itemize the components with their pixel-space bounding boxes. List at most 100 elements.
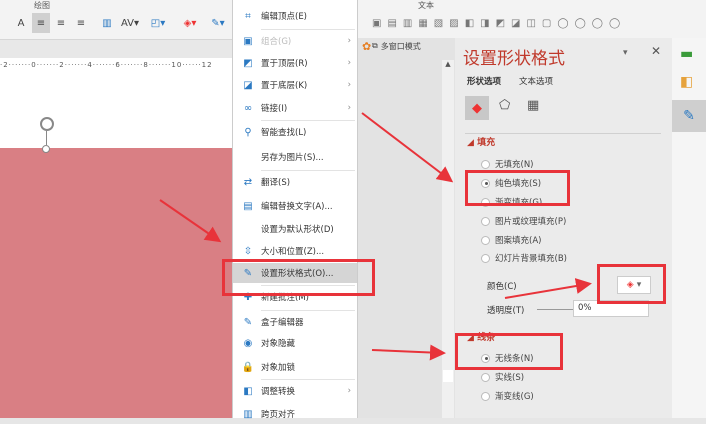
menu-item-label: 跨页对齐 [261,410,296,420]
size-properties-icon[interactable]: ▦ [527,98,539,113]
workspace-gap [358,38,455,418]
close-icon[interactable]: ✕ [651,44,661,58]
menu-separator [261,120,355,121]
menu-item-item9[interactable]: 设置为默认形状(D) [233,219,357,239]
handle-line [46,131,47,145]
transparency-slider[interactable] [537,309,577,310]
format-pane-toggle-icon[interactable]: ✎ [672,100,706,132]
fill-section-header[interactable]: ◢ 填充 [467,135,495,148]
size-position-icon: ⇳ [243,245,253,257]
menu-item-group[interactable]: ▣ 组合(G) › [233,31,357,51]
menu-item-label: 置于底层(K) [261,81,308,91]
menu-item-bring-to-front[interactable]: ◩ 置于顶层(R) › [233,53,357,73]
fill-line-icon[interactable]: ◆ [465,96,489,120]
effects-icon[interactable]: ⬠ [499,98,510,113]
fill-section-label: 填充 [477,138,496,148]
char-spacing-icon[interactable]: AV▾ [118,13,142,33]
chevron-right-icon: › [347,103,351,113]
divider [465,133,661,134]
menu-item-alt-text[interactable]: ▤ 编辑替换文字(A)... [233,196,357,216]
bring-to-front-icon: ◩ [243,57,253,69]
fill-color-icon[interactable]: ◈▾ [178,13,202,33]
menu-item-label: 盒子编辑器 [261,318,304,328]
radio-label: 图片或纹理填充(P) [495,217,567,227]
send-to-back-icon: ◪ [243,79,253,91]
menu-item-translate[interactable]: ⇄ 翻译(S) [233,172,357,192]
resize-handle[interactable] [42,145,50,153]
menu-item-label: 置于顶层(R) [261,59,308,69]
tab-shape-options[interactable]: 形状选项 [467,75,501,87]
menu-item-label: 对象加锁 [261,363,296,373]
menu-item-align[interactable]: ▥ 跨页对齐 [233,404,357,424]
convert-icon: ◧ [243,385,253,397]
annotation-box-no-line [455,333,563,370]
font-size-icon[interactable]: A [12,13,30,33]
chevron-right-icon: › [347,58,351,68]
menu-item-label: 另存为图片(S)... [261,153,324,163]
animation-icon[interactable]: ▬ [680,46,693,62]
settings-icon[interactable]: ✿ [362,40,371,53]
text-tools-icons[interactable]: ▣▤▥▦▧▨◧◨◩◪◫▢◯◯◯◯ [372,13,672,33]
slide-transition-icon[interactable]: ◧ [680,74,693,90]
rotate-handle-icon[interactable] [40,117,54,131]
menu-item-size-position[interactable]: ⇳ 大小和位置(Z)... [233,241,357,261]
menu-item-label: 大小和位置(Z)... [261,247,325,257]
radio-background-fill[interactable]: 幻灯片背景填充(B) [481,252,567,264]
align-left-icon[interactable]: ≡ [72,13,90,33]
scroll-up-icon[interactable]: ▲ [442,60,454,68]
menu-item-lock[interactable]: 🔒 对象加锁 [233,357,357,377]
color-label: 颜色(C) [487,282,517,292]
radio-label: 无填充(N) [495,160,534,170]
window-icon: ⧉ [372,41,378,50]
context-menu: ⌗ 编辑顶点(E) ▣ 组合(G) › ◩ 置于顶层(R) › ◪ 置于底层(K) › ∞ 链接(I) ›… [232,0,358,420]
pane-options-icon[interactable]: ▾ [623,48,628,58]
menu-item-label: 组合(G) [261,37,292,47]
ruler: ·2·······0·······2·······4·······6······… [0,58,232,72]
menu-separator [261,170,355,171]
radio-label: 幻灯片背景填充(B) [495,254,567,264]
radio-gradient-line[interactable]: 渐变线(G) [481,390,534,402]
tab-text-options[interactable]: 文本选项 [519,75,553,87]
radio-solid-line[interactable]: 实线(S) [481,371,524,383]
group-label-drawing: 绘图 [34,1,50,10]
menu-item-box-editor[interactable]: ✎ 盒子编辑器 [233,312,357,332]
radio-pattern-fill[interactable]: 图案填充(A) [481,234,541,246]
menu-item-search[interactable]: ⚲ 智能查找(L) [233,122,357,142]
link-icon: ∞ [243,102,253,114]
right-toolbar: ▬ ◧ ✎ [672,38,706,418]
menu-item-edit-points[interactable]: ⌗ 编辑顶点(E) [233,6,357,26]
chevron-right-icon: › [347,386,351,396]
group-label-text: 文本 [418,1,434,10]
menu-separator [261,310,355,311]
selected-shape[interactable] [0,148,232,418]
text-box-icon[interactable]: ▥ [98,13,116,33]
box-editor-icon: ✎ [243,316,253,328]
group-icon: ▣ [243,35,253,47]
multiwindow-tab[interactable]: ⧉ 多窗口模式 [372,38,452,54]
radio-no-fill[interactable]: 无填充(N) [481,158,534,170]
multiwindow-label: 多窗口模式 [380,41,421,51]
outline-icon[interactable]: ✎▾ [206,13,230,33]
menu-item-item6[interactable]: 另存为图片(S)... [233,147,357,167]
align-center-icon[interactable]: ≡ [32,13,50,33]
slide-area[interactable] [0,72,232,148]
chevron-right-icon: › [347,36,351,46]
menu-item-label: 智能查找(L) [261,128,307,138]
pane-title: 设置形状格式 [463,49,565,69]
menu-item-label: 链接(I) [261,104,288,114]
menu-item-send-to-back[interactable]: ◪ 置于底层(K) › [233,75,357,95]
scroll-thumb[interactable] [443,370,453,382]
menu-item-link[interactable]: ∞ 链接(I) › [233,98,357,118]
transparency-label: 透明度(T) [487,306,525,316]
justify-icon[interactable]: ≡ [52,13,70,33]
menu-item-hide[interactable]: ◉ 对象隐藏 [233,333,357,353]
vertical-scrollbar[interactable]: ▲ [442,60,454,418]
translate-icon: ⇄ [243,176,253,188]
menu-item-convert[interactable]: ◧ 调整转换 › [233,381,357,401]
menu-item-label: 调整转换 [261,387,296,397]
menu-item-label: 对象隐藏 [261,339,296,349]
chevron-right-icon: › [347,80,351,90]
shape-icon[interactable]: ◰▾ [146,13,170,33]
radio-label: 实线(S) [495,373,525,383]
radio-picture-fill[interactable]: 图片或纹理填充(P) [481,215,566,227]
